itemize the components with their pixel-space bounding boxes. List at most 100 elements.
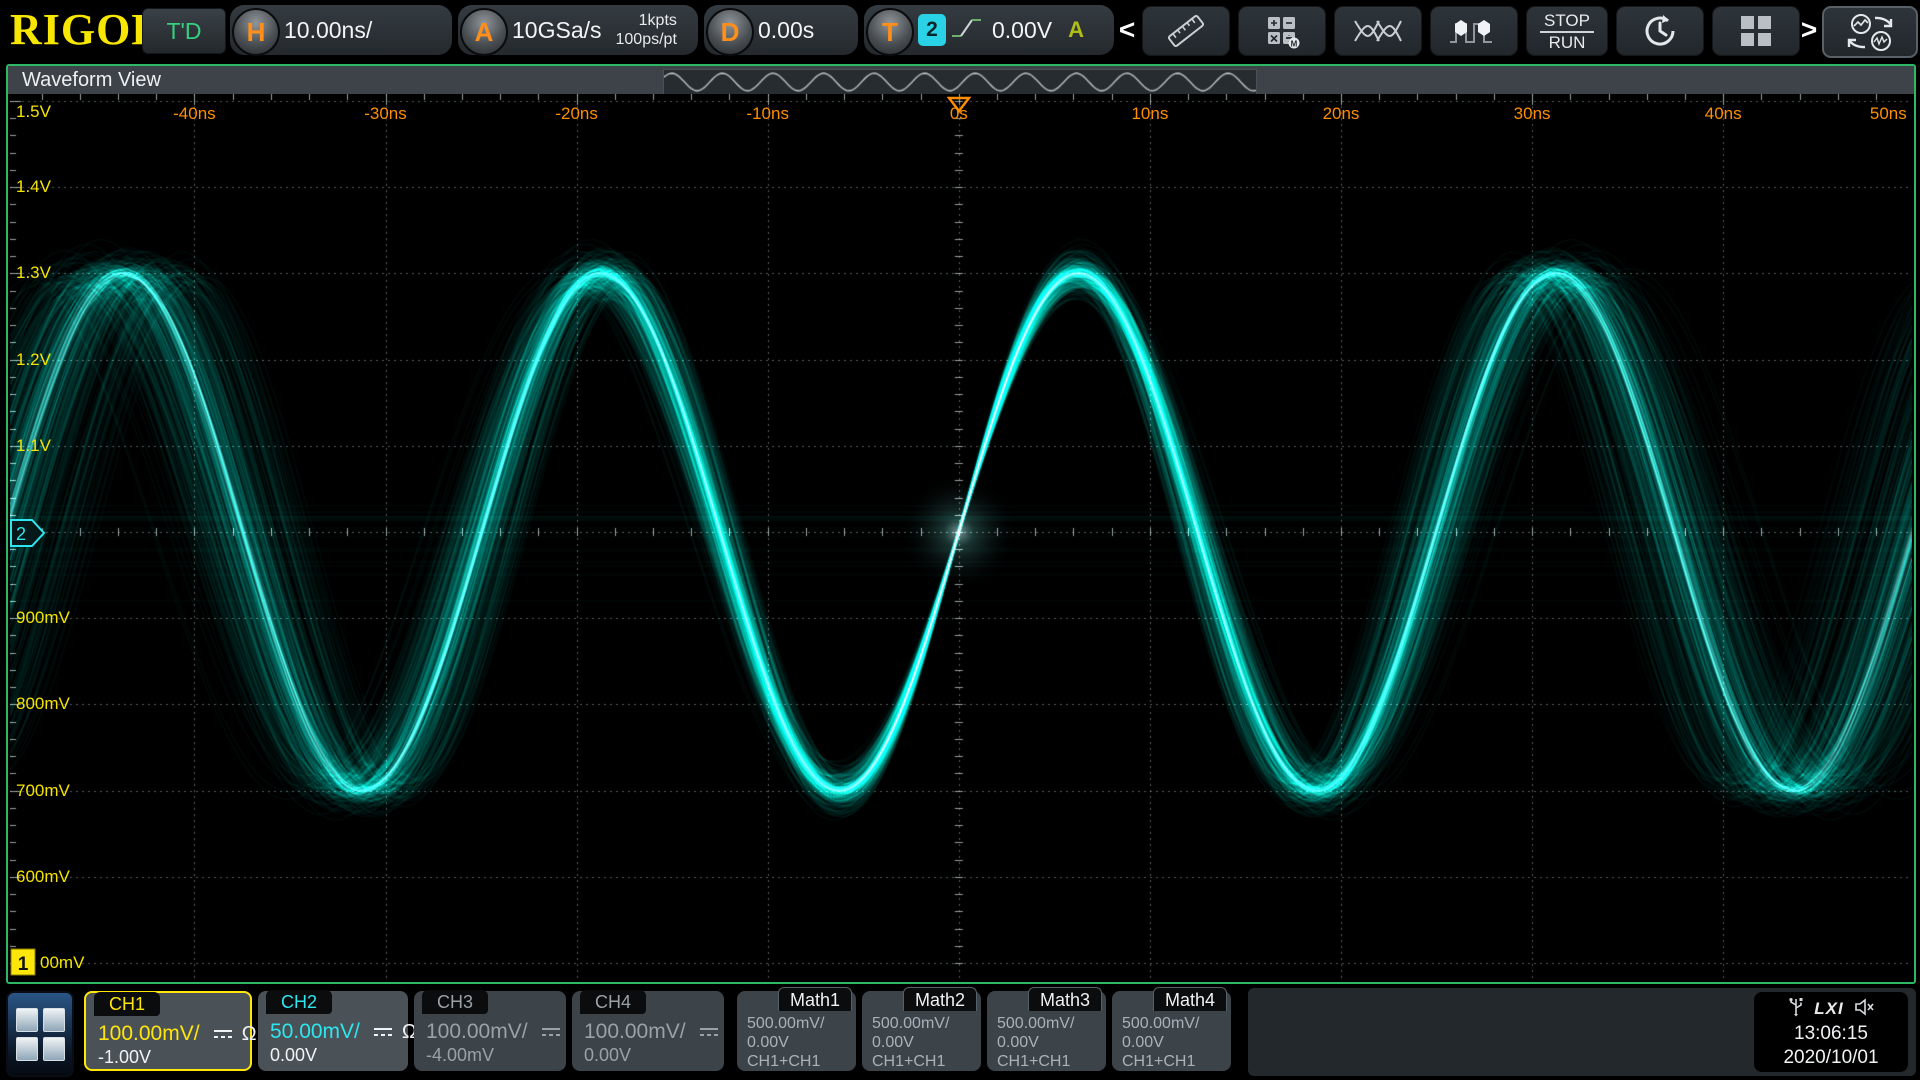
math-cell-math3[interactable]: Math3500.00mV/0.00VCH1+CH1 (987, 991, 1106, 1071)
history-button[interactable] (1616, 6, 1704, 56)
run-label: RUN (1540, 33, 1594, 52)
math-scale: 500.00mV/ (747, 1015, 824, 1033)
dc-coupling-icon (698, 1025, 720, 1039)
math-expression: CH1+CH1 (747, 1053, 820, 1071)
delay-knob[interactable]: D (706, 8, 754, 56)
math-cell-math1[interactable]: Math1500.00mV/0.00VCH1+CH1 (737, 991, 856, 1071)
acquisition-knob[interactable]: A (460, 8, 508, 56)
trigger-source-badge: 2 (918, 14, 946, 46)
channel-scale: 50.00mV/ (270, 1020, 360, 1044)
math-cell-math4[interactable]: Math4500.00mV/0.00VCH1+CH1 (1112, 991, 1231, 1071)
dc-coupling-icon (212, 1027, 234, 1041)
stop-label: STOP (1540, 11, 1594, 33)
eye-diagram-icon (1353, 17, 1403, 45)
windows-grid-icon (1737, 13, 1775, 49)
measure-button[interactable] (1142, 6, 1230, 56)
math-offset: 0.00V (997, 1034, 1039, 1052)
math-expression: CH1+CH1 (997, 1053, 1070, 1071)
channel-offset: 0.00V (584, 1045, 631, 1066)
channel-cell-ch2[interactable]: CH250.00mV/Ω0.00V (258, 991, 408, 1071)
clock-box[interactable]: LXI 13:06:15 2020/10/01 (1754, 992, 1908, 1072)
impedance-label: Ω (242, 1023, 257, 1046)
windows-button[interactable] (1712, 6, 1800, 56)
usb-icon (1788, 997, 1804, 1022)
horizontal-settings-button[interactable]: H 10.00ns/ (230, 5, 452, 55)
hexagon-waveform-icon (1448, 14, 1500, 48)
system-time: 13:06:15 (1754, 1022, 1908, 1046)
histogram-button[interactable] (1430, 6, 1518, 56)
sample-rate: 10GSa/s (512, 17, 602, 44)
channel-tab-label: CH2 (266, 990, 332, 1014)
display-refresh-icon (1841, 11, 1899, 53)
dc-coupling-icon (540, 1025, 562, 1039)
channel1-position-marker[interactable]: 1 (10, 946, 38, 976)
system-date: 2020/10/01 (1754, 1046, 1908, 1070)
trigger-slope-rising-icon (950, 14, 984, 47)
math-tab-label: Math2 (903, 987, 977, 1011)
math-tab-label: Math1 (778, 987, 852, 1011)
display-refresh-button[interactable] (1822, 6, 1918, 58)
timebase-overview-strip[interactable] (663, 69, 1257, 95)
math-offset: 0.00V (872, 1034, 914, 1052)
math-calculator-icon: M (1262, 13, 1302, 49)
bottom-status-bar: CH1100.00mV/Ω-1.00V CH2 50.00mV/Ω 0.00V CH3 1… (0, 986, 1920, 1080)
math-offset: 0.00V (1122, 1034, 1164, 1052)
channel-offset: -1.00V (98, 1047, 151, 1068)
ruler-icon (1164, 14, 1208, 48)
collapse-toolbar-chevron[interactable]: < (1118, 14, 1136, 46)
trigger-sweep-mode: A (1068, 17, 1084, 43)
rigol-logo: RIGOL (10, 6, 138, 54)
trigger-knob[interactable]: T (866, 8, 914, 56)
channel2-position-marker[interactable]: 2 (10, 519, 46, 547)
channel-tab-label: CH1 (94, 992, 160, 1016)
memory-depth: 1kpts (639, 11, 677, 30)
trigger-level: 0.00V (992, 17, 1052, 44)
channel-scale: 100.00mV/ (426, 1020, 528, 1044)
math-offset: 0.00V (747, 1034, 789, 1052)
launcher-tile-icon (43, 1008, 65, 1032)
waveform-canvas[interactable] (10, 94, 1912, 980)
channel-offset: -4.00mV (426, 1045, 494, 1066)
delay-value: 0.00s (758, 17, 814, 44)
svg-text:M: M (1291, 40, 1298, 49)
top-toolbar: RIGOL T'D H 10.00ns/ A 10GSa/s 1kpts 100… (0, 0, 1920, 62)
speaker-muted-icon (1854, 998, 1874, 1021)
expand-toolbar-chevron[interactable]: > (1800, 14, 1818, 46)
horizontal-knob[interactable]: H (232, 8, 280, 56)
launcher-tile-icon (16, 1008, 38, 1032)
trigger-settings-button[interactable]: T 2 0.00V A (864, 5, 1114, 55)
math-expression: CH1+CH1 (872, 1053, 945, 1071)
acquisition-settings-button[interactable]: A 10GSa/s 1kpts 100ps/pt (458, 5, 698, 55)
svg-text:1: 1 (18, 954, 29, 975)
trigger-position-marker[interactable] (947, 96, 971, 114)
eye-jitter-analysis-button[interactable] (1334, 6, 1422, 56)
channel-cell-ch1[interactable]: CH1100.00mV/Ω-1.00V (84, 991, 252, 1071)
math-cell-math2[interactable]: Math2500.00mV/0.00VCH1+CH1 (862, 991, 981, 1071)
trigger-status-indicator[interactable]: T'D (142, 8, 226, 54)
math-button[interactable]: M (1238, 6, 1326, 56)
notification-panel: LXI 13:06:15 2020/10/01 (1248, 988, 1916, 1076)
stop-run-button[interactable]: STOP RUN (1526, 6, 1608, 56)
plot-area: -40ns-30ns-20ns-10ns0s10ns20ns30ns40ns50… (10, 94, 1912, 980)
oscilloscope-screen: RIGOL T'D H 10.00ns/ A 10GSa/s 1kpts 100… (0, 0, 1920, 1080)
waveform-view-window: Waveform View -40ns-30ns-20ns-10ns0s10ns… (6, 64, 1916, 984)
math-expression: CH1+CH1 (1122, 1053, 1195, 1071)
math-tab-label: Math3 (1028, 987, 1102, 1011)
channel-cell-ch4[interactable]: CH4100.00mV/0.00V (572, 991, 724, 1071)
math-scale: 500.00mV/ (1122, 1015, 1199, 1033)
math-tab-label: Math4 (1153, 987, 1227, 1011)
channel-cell-ch3[interactable]: CH3 100.00mV/-4.00mV (414, 991, 566, 1071)
channel-tab-label: CH4 (580, 990, 646, 1014)
sample-resolution: 100ps/pt (616, 30, 677, 49)
math-scale: 500.00mV/ (872, 1015, 949, 1033)
history-clock-icon (1640, 11, 1680, 51)
channel-tab-label: CH3 (422, 990, 488, 1014)
horizontal-scale: 10.00ns/ (284, 17, 372, 44)
delay-settings-button[interactable]: D 0.00s (704, 5, 858, 55)
menu-launcher-button[interactable] (6, 991, 74, 1077)
svg-text:2: 2 (16, 524, 26, 544)
channel-offset: 0.00V (270, 1045, 317, 1066)
launcher-tile-icon (16, 1037, 38, 1061)
math-scale: 500.00mV/ (997, 1015, 1074, 1033)
dc-coupling-icon (372, 1025, 394, 1039)
